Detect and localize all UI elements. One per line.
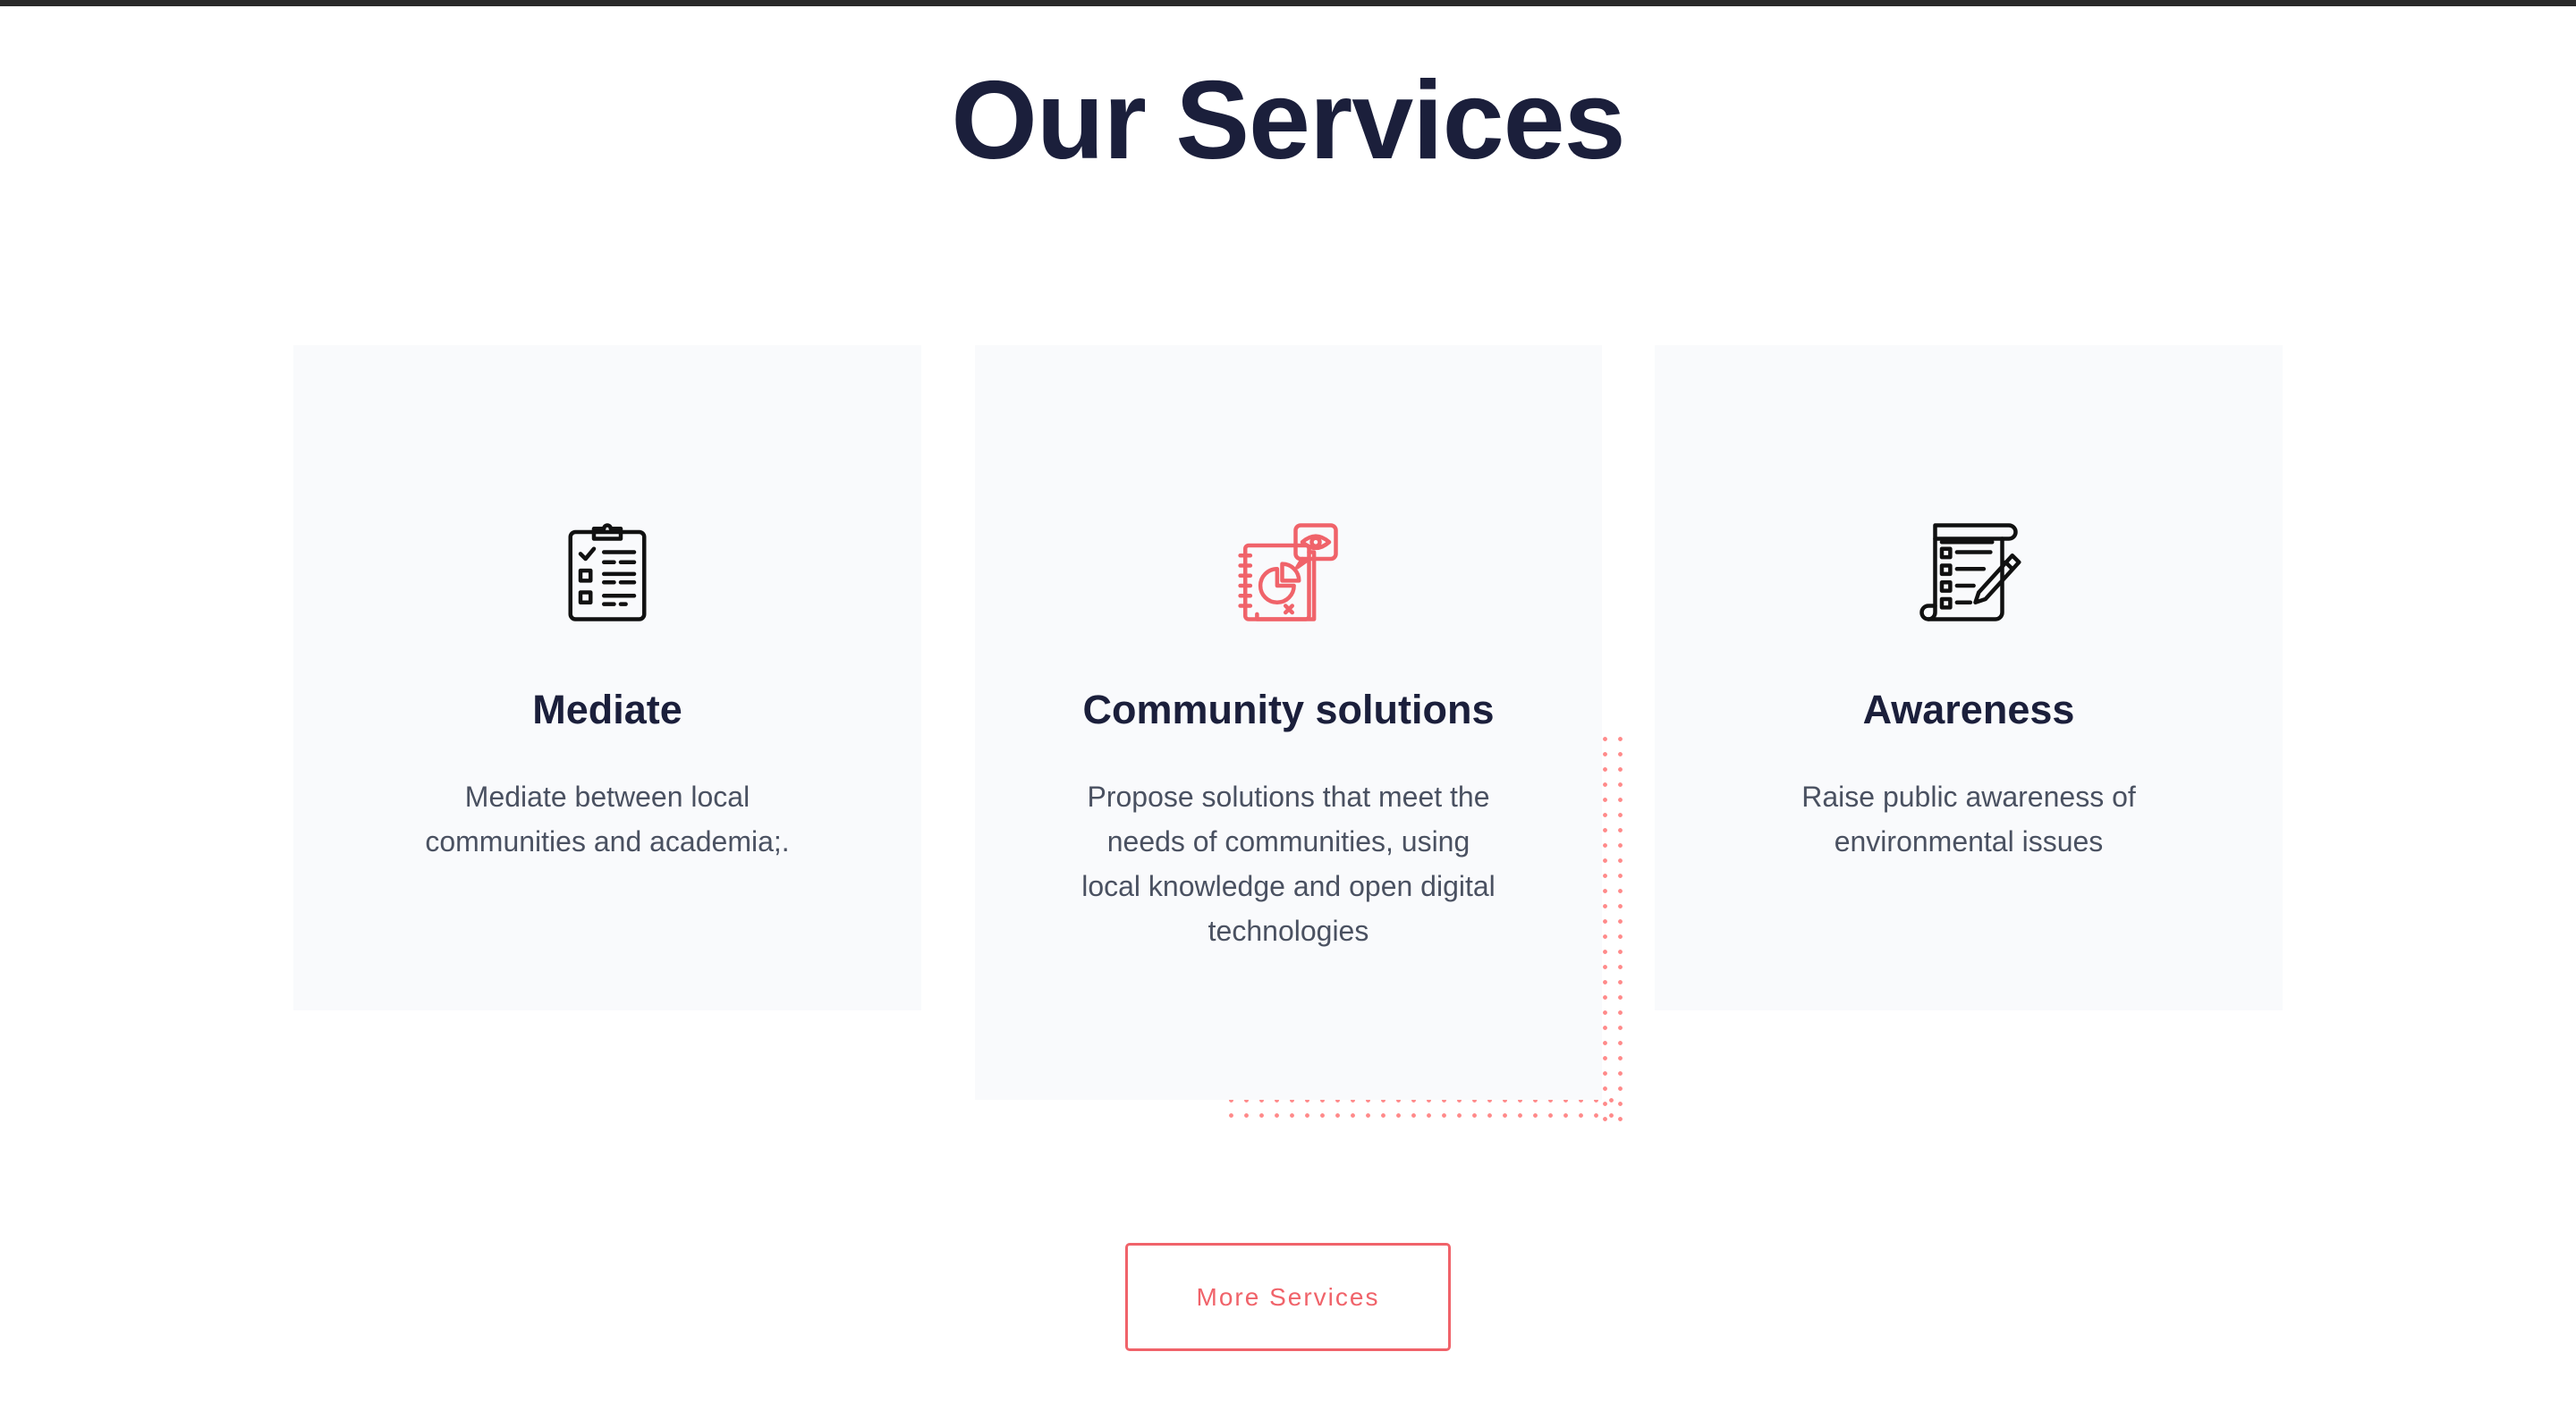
service-title: Awareness <box>1862 687 2075 732</box>
service-card-mediate: Mediate Mediate between local communitie… <box>293 345 921 1010</box>
service-title: Mediate <box>532 687 682 732</box>
section-title: Our Services <box>951 59 1625 182</box>
service-title: Community solutions <box>1082 687 1495 732</box>
service-card-community-solutions: Community solutions Propose solutions th… <box>975 345 1602 1100</box>
clipboard-checklist-icon <box>554 519 661 626</box>
top-border-bar <box>0 0 2576 6</box>
more-services-button[interactable]: More Services <box>1125 1243 1451 1351</box>
service-card-awareness: Awareness Raise public awareness of envi… <box>1655 345 2283 1010</box>
service-description: Mediate between local communities and ac… <box>425 781 790 858</box>
document-pen-icon <box>1915 519 2022 626</box>
service-description: Propose solutions that meet the needs of… <box>1081 781 1496 947</box>
service-description: Raise public awareness of environmental … <box>1801 781 2136 858</box>
notebook-eye-icon <box>1235 519 1343 626</box>
